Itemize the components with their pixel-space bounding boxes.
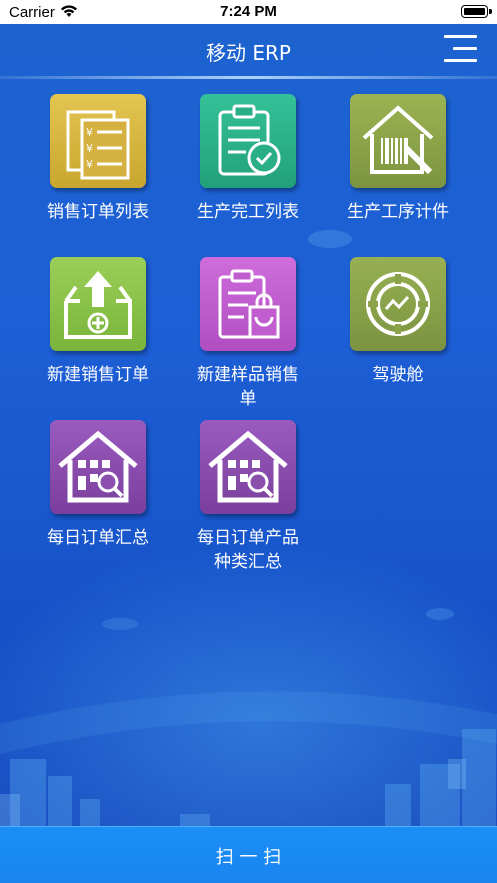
clock: 7:24 PM: [220, 3, 277, 20]
module-label: 生产工序计件: [347, 202, 449, 222]
cockpit-icon: [350, 257, 446, 351]
daily-product-category-summary-icon: [200, 420, 296, 514]
scan-button[interactable]: 扫 一 扫: [0, 826, 497, 883]
module-label: 每日订单产品种类汇总: [197, 528, 299, 572]
process-piecework-icon: [350, 94, 446, 188]
module-label: 销售订单列表: [47, 202, 149, 222]
production-complete-list-icon: [200, 94, 296, 188]
hamburger-menu-icon[interactable]: [444, 35, 477, 63]
module-label: 新建样品销售单: [197, 365, 299, 409]
status-bar: Carrier 7:24 PM: [0, 0, 497, 24]
module-daily-order-summary[interactable]: 每日订单汇总: [23, 420, 173, 580]
nav-bar: 移动 ERP: [0, 24, 497, 76]
module-label: 每日订单汇总: [47, 528, 149, 548]
sales-order-list-icon: ¥ ¥ ¥: [50, 94, 146, 188]
page-title: 移动 ERP: [206, 41, 291, 65]
module-cockpit[interactable]: 驾驶舱: [323, 257, 473, 417]
nav-divider: [0, 76, 497, 79]
daily-order-summary-icon: [50, 420, 146, 514]
module-label: 生产完工列表: [197, 202, 299, 222]
module-daily-product-category-summary[interactable]: 每日订单产品种类汇总: [173, 420, 323, 580]
scan-button-label: 扫 一 扫: [215, 847, 282, 868]
svg-text:¥: ¥: [86, 142, 93, 155]
svg-text:¥: ¥: [86, 126, 93, 139]
module-process-piecework[interactable]: 生产工序计件: [323, 94, 473, 254]
module-new-sample-sales[interactable]: 新建样品销售单: [173, 257, 323, 417]
module-production-complete-list[interactable]: 生产完工列表: [173, 94, 323, 254]
module-label: 驾驶舱: [372, 365, 424, 385]
module-label: 新建销售订单: [47, 365, 149, 385]
battery-icon: [461, 5, 492, 18]
new-sales-order-icon: [50, 257, 146, 351]
svg-text:¥: ¥: [86, 158, 93, 171]
new-sample-sales-icon: [200, 257, 296, 351]
module-new-sales-order[interactable]: 新建销售订单: [23, 257, 173, 417]
module-sales-order-list[interactable]: ¥ ¥ ¥ 销售订单列表: [23, 94, 173, 254]
